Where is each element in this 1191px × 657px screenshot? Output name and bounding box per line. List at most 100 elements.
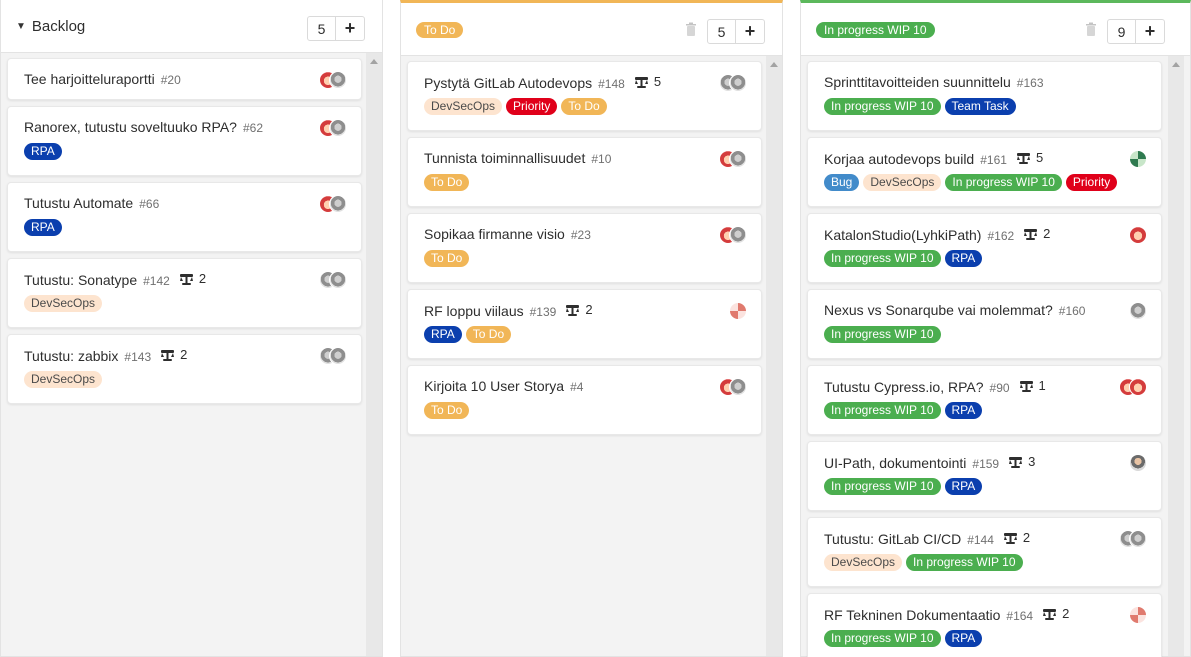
- issue-card[interactable]: Nexus vs Sonarqube vai molemmat? #160 In p…: [807, 289, 1162, 359]
- label-to-do[interactable]: To Do: [424, 250, 470, 267]
- assignee-avatar[interactable]: [1129, 226, 1147, 244]
- assignee-avatar[interactable]: [329, 195, 347, 213]
- add-issue-button[interactable]: +: [736, 20, 764, 43]
- label-in-progress-wip-10[interactable]: In progress WIP 10: [906, 554, 1023, 571]
- label-priority[interactable]: Priority: [1065, 174, 1118, 191]
- label-to-do[interactable]: To Do: [561, 98, 607, 115]
- issue-card[interactable]: Tutustu: Sonatype #142 2 DevSecOps: [7, 258, 362, 328]
- label-in-progress-wip-10[interactable]: In progress WIP 10: [824, 326, 941, 343]
- label-devsecops[interactable]: DevSecOps: [824, 554, 903, 571]
- assignee-avatar[interactable]: [1129, 454, 1147, 472]
- scroll-up-arrow-icon[interactable]: [370, 59, 378, 64]
- assignee-avatar[interactable]: [729, 74, 747, 92]
- label-priority[interactable]: Priority: [506, 98, 558, 115]
- issue-card[interactable]: Sopikaa firmanne visio #23 To Do: [407, 213, 762, 283]
- issue-title[interactable]: Tee harjoitteluraportti: [24, 71, 155, 87]
- issue-title[interactable]: Sprinttitavoitteiden suunnittelu: [824, 74, 1011, 90]
- label-rpa[interactable]: RPA: [944, 630, 983, 647]
- issue-card[interactable]: Tutustu: GitLab CI/CD #144 2 DevSecOps In pr…: [807, 517, 1162, 587]
- label-rpa[interactable]: RPA: [24, 219, 62, 236]
- assignee-avatar[interactable]: [1129, 606, 1147, 624]
- label-bug[interactable]: Bug: [824, 174, 860, 191]
- trash-icon[interactable]: [685, 22, 697, 37]
- label-devsecops[interactable]: DevSecOps: [24, 371, 103, 388]
- scroll-up-arrow-icon[interactable]: [770, 62, 778, 67]
- assignee-avatar[interactable]: [1129, 302, 1147, 320]
- label-rpa[interactable]: RPA: [944, 478, 983, 495]
- issue-card[interactable]: Korjaa autodevops build #161 5 Bug DevSecOps…: [807, 137, 1162, 207]
- issue-title[interactable]: Tunnista toiminnallisuudet: [424, 150, 585, 166]
- column-title[interactable]: To Do: [416, 3, 464, 56]
- issue-title[interactable]: RF loppu viilaus: [424, 303, 524, 319]
- issue-title[interactable]: RF Tekninen Dokumentaatio: [824, 607, 1000, 623]
- label-rpa[interactable]: RPA: [944, 250, 983, 267]
- issue-title[interactable]: Tutustu: Sonatype: [24, 272, 137, 288]
- issue-title[interactable]: Kirjoita 10 User Storya: [424, 378, 564, 394]
- trash-icon[interactable]: [1085, 22, 1097, 37]
- label-rpa[interactable]: RPA: [424, 326, 462, 343]
- issue-card[interactable]: Tutustu Automate #66 RPA: [7, 182, 362, 252]
- label-in-progress-wip-10[interactable]: In progress WIP 10: [824, 630, 941, 647]
- label-devsecops[interactable]: DevSecOps: [863, 174, 942, 191]
- issue-card[interactable]: RF Tekninen Dokumentaatio #164 2 In progres…: [807, 593, 1162, 657]
- issue-card[interactable]: Sprinttitavoitteiden suunnittelu #163 In p…: [807, 61, 1162, 131]
- issue-title[interactable]: UI-Path, dokumentointi: [824, 455, 966, 471]
- issue-card[interactable]: Tunnista toiminnallisuudet #10 To Do: [407, 137, 762, 207]
- label-in-progress-wip-10[interactable]: In progress WIP 10: [824, 98, 941, 115]
- assignee-avatar[interactable]: [1129, 530, 1147, 548]
- issue-card[interactable]: KatalonStudio(LyhkiPath) #162 2 In progress…: [807, 213, 1162, 283]
- assignee-avatar[interactable]: [1129, 150, 1147, 168]
- issue-card[interactable]: Tutustu Cypress.io, RPA? #90 1 In progress …: [807, 365, 1162, 435]
- issue-card[interactable]: Ranorex, tutustu soveltuuko RPA? #62 RPA: [7, 106, 362, 176]
- label-devsecops[interactable]: DevSecOps: [24, 295, 103, 312]
- label-in-progress-wip-10[interactable]: In progress WIP 10: [824, 478, 941, 495]
- issue-title[interactable]: Tutustu: zabbix: [24, 348, 118, 364]
- label-devsecops[interactable]: DevSecOps: [424, 98, 503, 115]
- label-in-progress-wip-10[interactable]: In progress WIP 10: [824, 250, 941, 267]
- caret-down-icon[interactable]: ▼: [16, 21, 26, 32]
- assignee-avatar[interactable]: [729, 226, 747, 244]
- label-in-progress-wip-10[interactable]: In progress WIP 10: [945, 174, 1062, 191]
- issue-card[interactable]: Pystytä GitLab Autodevops #148 5 DevSecOps P…: [407, 61, 762, 131]
- label-to-do[interactable]: To Do: [424, 402, 470, 419]
- label-in-progress-wip-10[interactable]: In progress WIP 10: [824, 402, 941, 419]
- column-scrollbar[interactable]: [1168, 56, 1184, 656]
- label-to-do[interactable]: To Do: [465, 326, 512, 343]
- issue-title[interactable]: Korjaa autodevops build: [824, 151, 974, 167]
- assignee-avatar[interactable]: [729, 150, 747, 168]
- add-issue-button[interactable]: +: [336, 17, 364, 40]
- add-issue-button[interactable]: +: [1136, 20, 1164, 43]
- column-scrollbar[interactable]: [366, 53, 382, 656]
- assignee-avatar[interactable]: [729, 378, 747, 396]
- issue-title[interactable]: Sopikaa firmanne visio: [424, 226, 565, 242]
- scroll-up-arrow-icon[interactable]: [1172, 62, 1180, 67]
- label-to-do[interactable]: To Do: [424, 174, 470, 191]
- assignee-avatar[interactable]: [729, 302, 747, 320]
- assignee-avatar[interactable]: [1129, 378, 1147, 396]
- label-rpa[interactable]: RPA: [944, 402, 983, 419]
- issue-title[interactable]: Tutustu Automate: [24, 195, 133, 211]
- assignee-avatar[interactable]: [329, 347, 347, 365]
- issue-card[interactable]: UI-Path, dokumentointi #159 3 In progress W…: [807, 441, 1162, 511]
- assignee-avatar[interactable]: [329, 271, 347, 289]
- column-title[interactable]: ▼ Backlog: [16, 0, 85, 53]
- issue-card[interactable]: Kirjoita 10 User Storya #4 To Do: [407, 365, 762, 435]
- issue-title[interactable]: Tutustu: GitLab CI/CD: [824, 531, 961, 547]
- column-scrollbar[interactable]: [766, 56, 782, 656]
- issue-card[interactable]: Tutustu: zabbix #143 2 DevSecOps: [7, 334, 362, 404]
- assignee-avatar[interactable]: [329, 71, 347, 89]
- issue-card[interactable]: Tee harjoitteluraportti #20: [7, 58, 362, 100]
- issue-title[interactable]: Ranorex, tutustu soveltuuko RPA?: [24, 119, 237, 135]
- assignee-avatars: [1129, 454, 1147, 472]
- issue-title[interactable]: Nexus vs Sonarqube vai molemmat?: [824, 302, 1053, 318]
- issue-card[interactable]: RF loppu viilaus #139 2 RPA To Do: [407, 289, 762, 359]
- column-title[interactable]: In progress WIP 10: [816, 3, 935, 56]
- assignee-avatar[interactable]: [329, 119, 347, 137]
- issue-labels: In progress WIP 10 RPA: [824, 402, 983, 419]
- label-team-task[interactable]: Team Task: [944, 98, 1016, 115]
- issue-title[interactable]: Pystytä GitLab Autodevops: [424, 75, 592, 91]
- label-rpa[interactable]: RPA: [24, 143, 62, 160]
- issue-count: 9: [1108, 20, 1136, 43]
- issue-title[interactable]: Tutustu Cypress.io, RPA?: [824, 379, 984, 395]
- issue-title[interactable]: KatalonStudio(LyhkiPath): [824, 227, 981, 243]
